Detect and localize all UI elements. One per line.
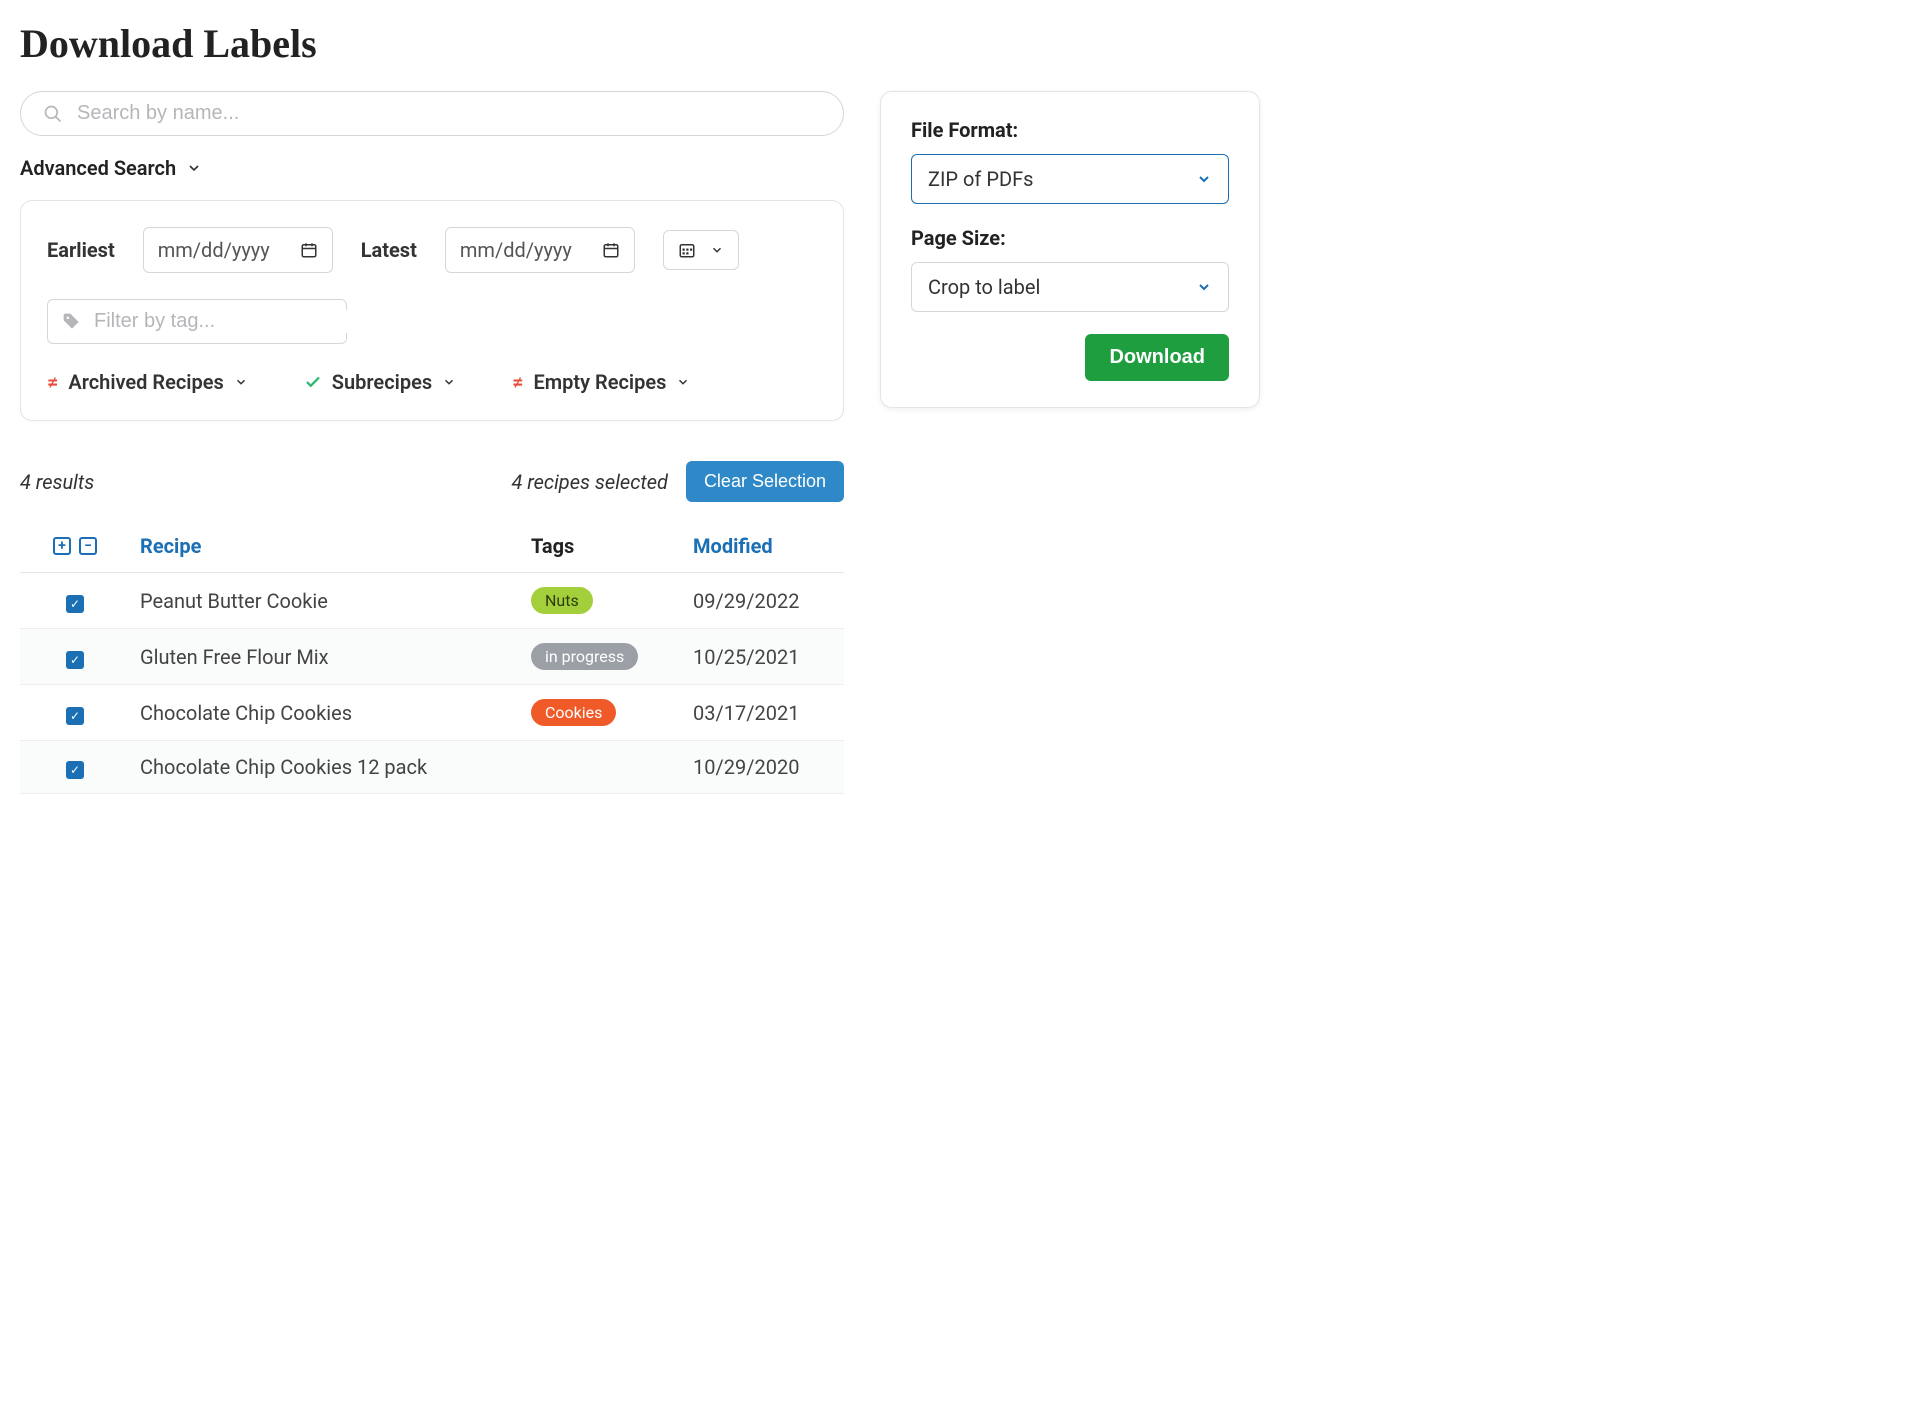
advanced-search-panel: Earliest mm/dd/yyyy Latest mm/dd/yyyy — [20, 200, 844, 421]
calendar-grid-icon — [678, 241, 696, 259]
recipe-modified: 10/25/2021 — [683, 629, 844, 685]
table-row: ✓ Gluten Free Flour Mix in progress 10/2… — [20, 629, 844, 685]
tag-pill: Cookies — [531, 699, 616, 726]
chevron-down-icon — [1196, 171, 1212, 187]
page-size-select[interactable]: Crop to label — [911, 262, 1229, 312]
latest-date-input[interactable]: mm/dd/yyyy — [445, 227, 635, 273]
recipe-modified: 03/17/2021 — [683, 685, 844, 741]
file-format-value: ZIP of PDFs — [928, 167, 1033, 191]
selected-count: 4 recipes selected — [511, 470, 667, 494]
search-input-wrap[interactable] — [20, 91, 844, 136]
recipe-tags — [521, 741, 683, 794]
page-size-label: Page Size: — [911, 226, 1229, 250]
recipe-name: Chocolate Chip Cookies 12 pack — [130, 741, 521, 794]
check-icon — [304, 373, 322, 391]
clear-selection-button[interactable]: Clear Selection — [686, 461, 844, 502]
chevron-down-icon — [676, 375, 690, 389]
earliest-label: Earliest — [47, 238, 115, 262]
tag-icon — [62, 312, 82, 332]
recipe-name: Chocolate Chip Cookies — [130, 685, 521, 741]
filter-archived[interactable]: ≠ Archived Recipes — [47, 370, 248, 394]
deselect-all-button[interactable]: − — [79, 537, 97, 555]
advanced-search-toggle[interactable]: Advanced Search — [20, 156, 844, 180]
chevron-down-icon — [186, 160, 202, 176]
chevron-down-icon — [234, 375, 248, 389]
table-row: ✓ Chocolate Chip Cookies Cookies 03/17/2… — [20, 685, 844, 741]
col-recipe-header[interactable]: Recipe — [130, 520, 521, 573]
row-checkbox[interactable]: ✓ — [66, 595, 84, 613]
row-checkbox[interactable]: ✓ — [66, 707, 84, 725]
recipes-table: + − Recipe Tags Modified ✓ Peanut Butter… — [20, 520, 844, 794]
latest-label: Latest — [361, 238, 417, 262]
tag-pill: in progress — [531, 643, 638, 670]
recipe-name: Gluten Free Flour Mix — [130, 629, 521, 685]
tag-pill: Nuts — [531, 587, 593, 614]
search-icon — [43, 104, 63, 124]
recipe-tags: in progress — [521, 629, 683, 685]
file-format-label: File Format: — [911, 118, 1229, 142]
tag-filter-wrap[interactable] — [47, 299, 347, 344]
filter-subrecipes[interactable]: Subrecipes — [304, 370, 456, 394]
filter-subrecipes-label: Subrecipes — [332, 370, 432, 394]
col-modified-header[interactable]: Modified — [683, 520, 844, 573]
filter-empty-label: Empty Recipes — [533, 370, 666, 394]
page-size-value: Crop to label — [928, 275, 1040, 299]
search-input[interactable] — [77, 102, 821, 125]
recipe-modified: 09/29/2022 — [683, 573, 844, 629]
latest-date-placeholder: mm/dd/yyyy — [460, 238, 572, 262]
results-count: 4 results — [20, 470, 94, 494]
tag-filter-input[interactable] — [94, 310, 359, 333]
col-tags-header: Tags — [521, 520, 683, 573]
select-all-button[interactable]: + — [53, 537, 71, 555]
calendar-outline-icon — [602, 241, 620, 259]
recipe-tags: Nuts — [521, 573, 683, 629]
calendar-outline-icon — [300, 241, 318, 259]
row-checkbox[interactable]: ✓ — [66, 651, 84, 669]
recipe-modified: 10/29/2020 — [683, 741, 844, 794]
earliest-date-input[interactable]: mm/dd/yyyy — [143, 227, 333, 273]
page-title: Download Labels — [20, 20, 1260, 67]
chevron-down-icon — [442, 375, 456, 389]
download-options-panel: File Format: ZIP of PDFs Page Size: Crop… — [880, 91, 1260, 408]
row-checkbox[interactable]: ✓ — [66, 761, 84, 779]
chevron-down-icon — [710, 243, 724, 257]
table-row: ✓ Chocolate Chip Cookies 12 pack 10/29/2… — [20, 741, 844, 794]
filter-empty[interactable]: ≠ Empty Recipes — [512, 370, 690, 394]
not-equal-icon: ≠ — [512, 370, 523, 394]
download-button[interactable]: Download — [1085, 334, 1229, 381]
advanced-search-label: Advanced Search — [20, 156, 176, 180]
chevron-down-icon — [1196, 279, 1212, 295]
file-format-select[interactable]: ZIP of PDFs — [911, 154, 1229, 204]
recipe-tags: Cookies — [521, 685, 683, 741]
table-row: ✓ Peanut Butter Cookie Nuts 09/29/2022 — [20, 573, 844, 629]
filter-archived-label: Archived Recipes — [68, 370, 223, 394]
recipe-name: Peanut Butter Cookie — [130, 573, 521, 629]
earliest-date-placeholder: mm/dd/yyyy — [158, 238, 270, 262]
calendar-picker-button[interactable] — [663, 230, 739, 270]
not-equal-icon: ≠ — [47, 370, 58, 394]
